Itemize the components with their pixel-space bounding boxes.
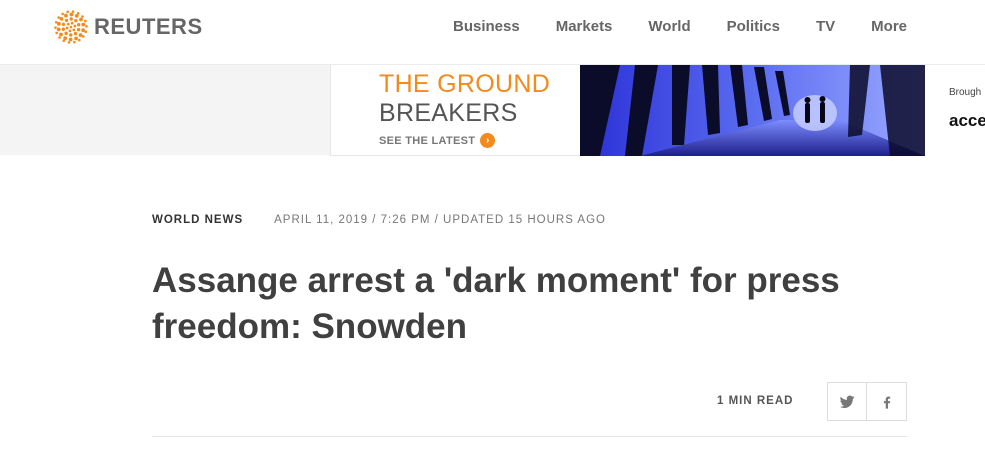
nav-business[interactable]: Business [453, 18, 520, 35]
nav-more[interactable]: More [871, 18, 907, 35]
section-link[interactable]: WORLD NEWS [152, 214, 243, 226]
read-time: 1 MIN READ [717, 395, 794, 407]
nav-world[interactable]: World [648, 18, 690, 35]
brand-name: REUTERS [94, 14, 203, 39]
nav-politics[interactable]: Politics [727, 18, 780, 35]
article-dateline: APRIL 11, 2019 / 7:26 PM / UPDATED 15 HO… [274, 214, 606, 226]
twitter-icon [839, 395, 855, 408]
ad-headline-2: BREAKERS [379, 99, 518, 127]
main-nav: Business Markets World Politics TV More [417, 18, 907, 35]
header-divider [152, 436, 907, 437]
article-meta: WORLD NEWS APRIL 11, 2019 / 7:26 PM / UP… [152, 214, 606, 226]
nav-tv[interactable]: TV [816, 18, 835, 35]
article-headline: Assange arrest a 'dark moment' for press… [152, 261, 840, 346]
ad-banner: THE GROUND BREAKERS SEE THE LATEST › Bro… [0, 64, 985, 156]
ad-side-word: acce [949, 111, 985, 130]
ad-side-caption: Brough [949, 87, 982, 98]
ad-text-box[interactable]: THE GROUND BREAKERS SEE THE LATEST › [330, 65, 581, 156]
nav-markets[interactable]: Markets [556, 18, 613, 35]
site-header: REUTERS Business Markets World Politics … [0, 0, 985, 64]
ad-cta-label: SEE THE LATEST [379, 134, 476, 147]
ad-cta[interactable]: SEE THE LATEST › [379, 133, 496, 148]
ad-headline-1: THE GROUND [379, 70, 551, 98]
chevron-right-icon: › [480, 133, 496, 148]
ad-side-panel[interactable]: Brough acce [925, 65, 985, 156]
facebook-icon [883, 396, 890, 409]
ad-tunnel-image[interactable] [580, 65, 925, 156]
reuters-logo[interactable]: REUTERS [54, 10, 203, 44]
share-twitter-button[interactable] [827, 382, 867, 421]
reuters-logo-icon [54, 10, 88, 44]
share-facebook-button[interactable] [867, 382, 907, 421]
share-buttons [827, 382, 907, 421]
